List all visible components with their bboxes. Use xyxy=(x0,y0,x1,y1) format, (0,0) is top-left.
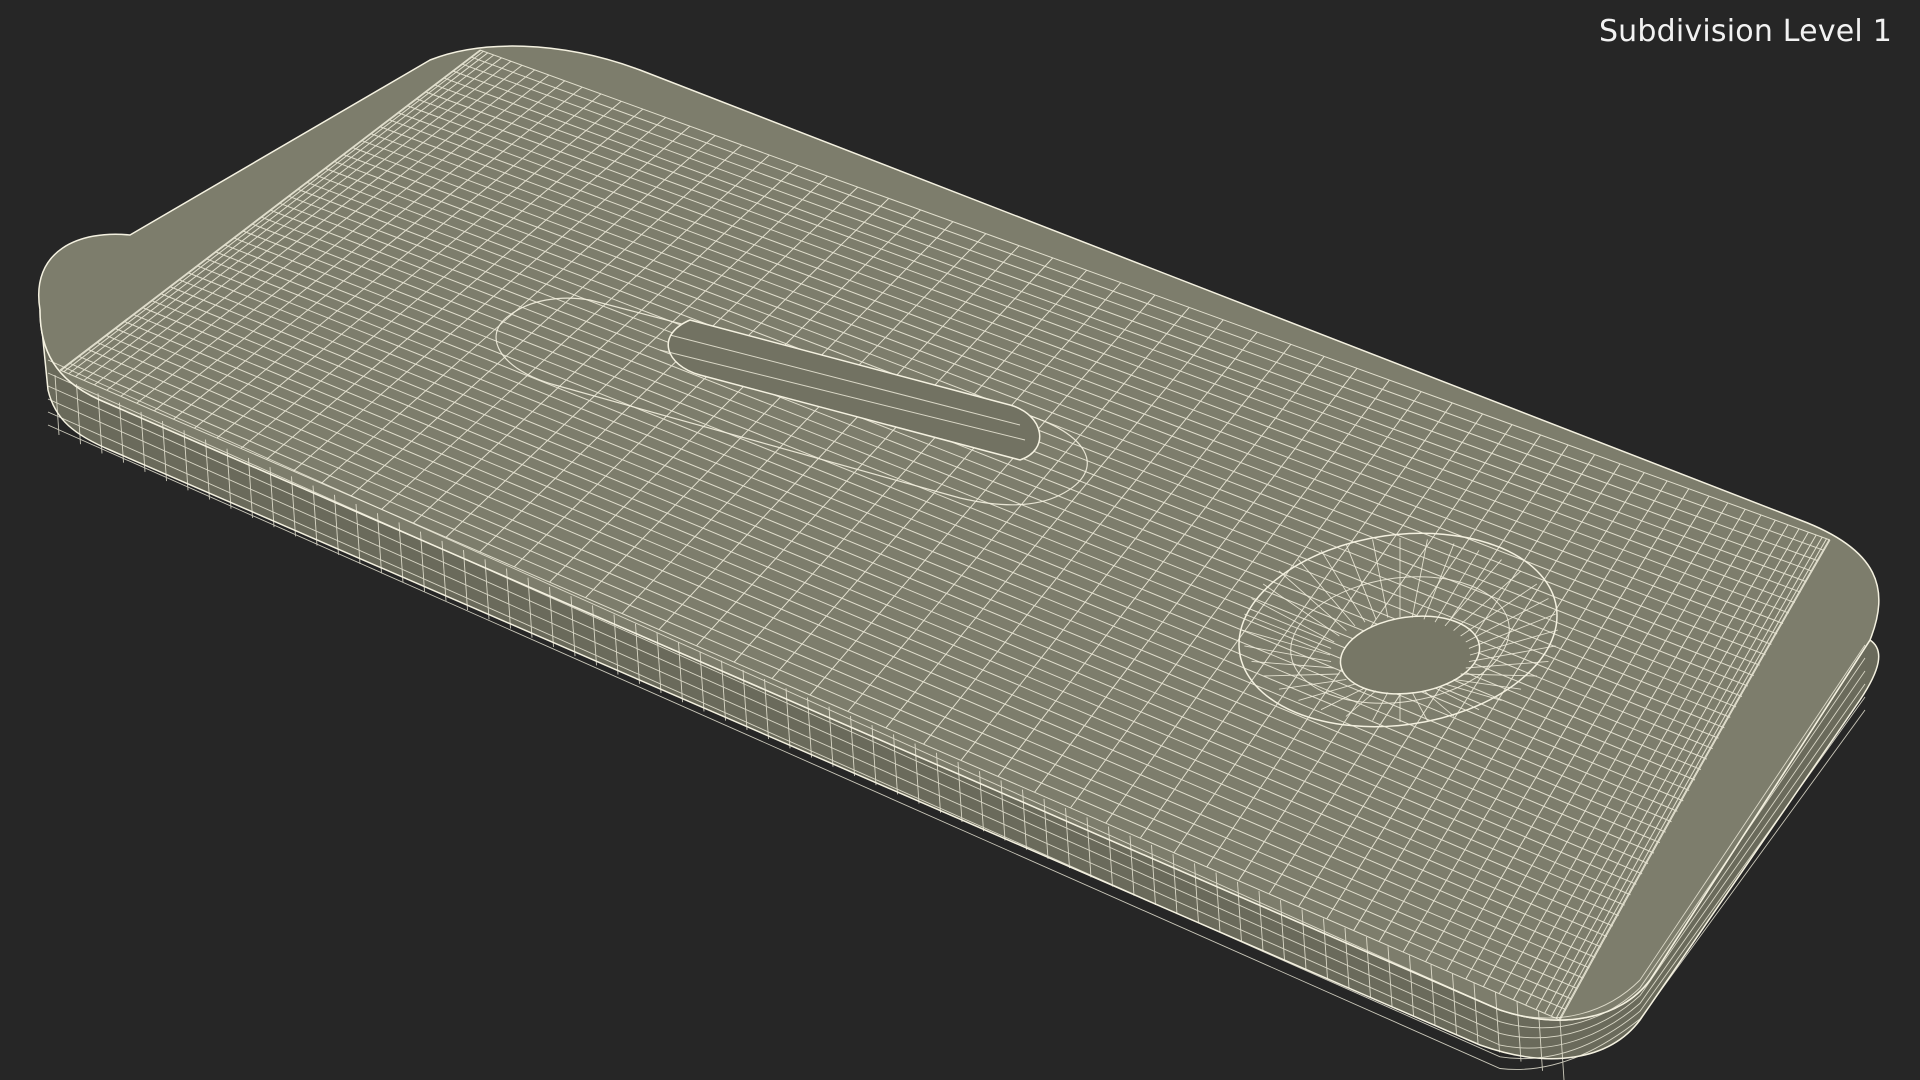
render-viewport: Subdivision Level 1 xyxy=(0,0,1920,1080)
wireframe-render xyxy=(37,45,1880,1080)
subdivision-level-label: Subdivision Level 1 xyxy=(1598,14,1892,49)
